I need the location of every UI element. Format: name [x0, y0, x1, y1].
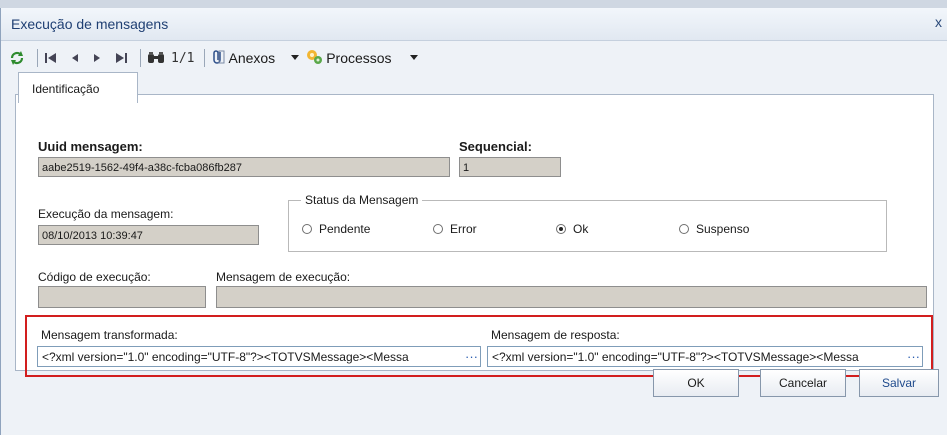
radio-circle — [679, 224, 689, 234]
dialog-window: Execução de mensagens x 1/1 Anexos Proce… — [0, 8, 947, 435]
execution-code-label: Código de execução: — [38, 270, 151, 284]
status-legend: Status da Mensagem — [301, 193, 423, 207]
sequence-field[interactable]: 1 — [459, 157, 561, 177]
status-radio-suspenso[interactable]: Suspenso — [679, 222, 749, 236]
radio-circle-selected — [556, 224, 566, 234]
paperclip-icon — [211, 49, 225, 68]
window-title: Execução de mensagens — [11, 16, 169, 32]
execution-message-label: Mensagem de execução: — [216, 270, 351, 284]
previous-record-icon[interactable] — [70, 52, 80, 64]
transformed-ellipsis-button[interactable]: ··· — [463, 347, 478, 366]
attachments-button[interactable]: Anexos — [211, 49, 275, 68]
uuid-label: Uuid mensagem: — [38, 139, 143, 154]
processes-dropdown-icon[interactable] — [409, 55, 418, 61]
tab-identificacao[interactable]: Identificação — [18, 72, 138, 103]
save-button[interactable]: Salvar — [859, 369, 939, 397]
response-message-text: <?xml version="1.0" encoding="UTF-8"?><T… — [492, 350, 859, 364]
processes-label: Processos — [326, 50, 392, 66]
cancel-button[interactable]: Cancelar — [760, 369, 846, 397]
radio-label: Pendente — [319, 222, 371, 236]
execution-date-label: Execução da mensagem: — [38, 207, 174, 221]
toolbar: 1/1 Anexos Processos — [1, 41, 947, 75]
execution-message-field[interactable] — [216, 286, 927, 308]
execution-code-field[interactable] — [38, 286, 206, 308]
title-bar: Execução de mensagens x — [1, 8, 947, 41]
pager-text: 1/1 — [171, 50, 195, 66]
radio-circle — [433, 224, 443, 234]
toolbar-separator — [204, 49, 206, 67]
refresh-icon[interactable] — [9, 50, 25, 66]
toolbar-separator — [140, 49, 141, 67]
last-record-icon[interactable] — [114, 52, 128, 64]
next-record-icon[interactable] — [92, 52, 102, 64]
radio-label: Suspenso — [696, 222, 750, 236]
execution-date-field[interactable]: 08/10/2013 10:39:47 — [38, 225, 259, 245]
transformed-message-field[interactable]: <?xml version="1.0" encoding="UTF-8"?><T… — [37, 346, 481, 367]
transformed-message-text: <?xml version="1.0" encoding="UTF-8"?><T… — [42, 350, 409, 364]
sequence-label: Sequencial: — [459, 139, 532, 154]
response-message-label: Mensagem de resposta: — [491, 328, 620, 342]
attachments-label: Anexos — [228, 50, 276, 66]
status-radio-pendente[interactable]: Pendente — [302, 222, 370, 236]
radio-label: Ok — [573, 222, 589, 236]
uuid-field[interactable]: aabe2519-1562-49f4-a38c-fcba086fb287 — [38, 157, 450, 177]
processes-icon — [305, 48, 323, 69]
transformed-message-label: Mensagem transformada: — [41, 328, 178, 342]
first-record-icon[interactable] — [44, 52, 58, 64]
status-radio-error[interactable]: Error — [433, 222, 477, 236]
radio-circle — [302, 224, 312, 234]
close-icon[interactable]: x — [935, 14, 942, 30]
binoculars-icon[interactable] — [147, 51, 165, 65]
radio-label: Error — [450, 222, 477, 236]
ok-button[interactable]: OK — [653, 369, 739, 397]
toolbar-separator — [37, 49, 38, 67]
response-ellipsis-button[interactable]: ··· — [905, 347, 920, 366]
status-radio-ok[interactable]: Ok — [556, 222, 588, 236]
attachments-dropdown-icon[interactable] — [291, 55, 300, 61]
response-message-field[interactable]: <?xml version="1.0" encoding="UTF-8"?><T… — [487, 346, 923, 367]
processes-button[interactable]: Processos — [305, 48, 392, 69]
tab-label: Identificação — [32, 82, 100, 96]
